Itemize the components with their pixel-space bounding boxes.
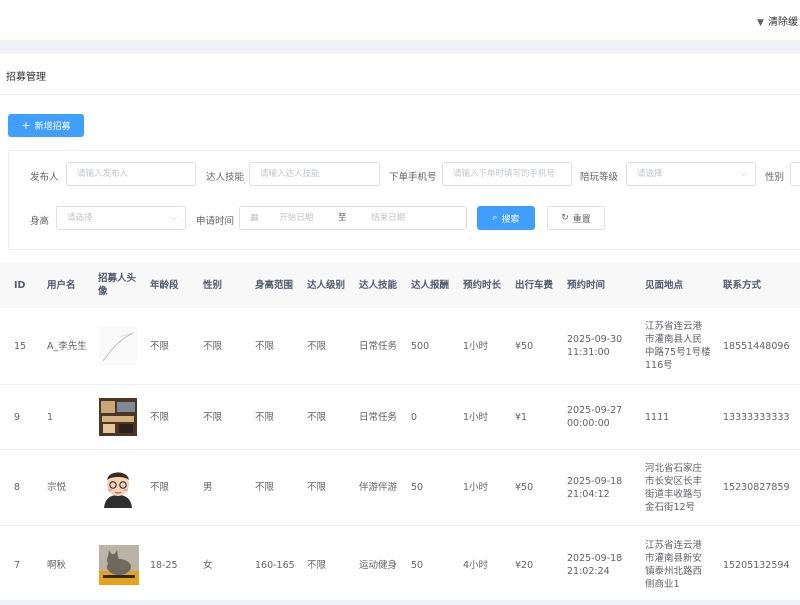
play-level-select[interactable]: 请选择 ⌵ bbox=[626, 162, 756, 186]
date-range-picker[interactable]: ▦ 开始日期 至 结束日期 bbox=[239, 206, 467, 230]
table-row: 8 宗悦 不限 男 不限 不限 伴游伴游 50 1小时 ¥50 2025-09-… bbox=[0, 450, 800, 526]
cat-photo-avatar-image bbox=[99, 545, 139, 585]
search-button[interactable]: ⌕ 搜索 bbox=[477, 206, 535, 230]
col-avatar: 招募人头像 bbox=[98, 273, 137, 297]
search-icon: ⌕ bbox=[492, 213, 498, 223]
col-id: ID bbox=[14, 279, 26, 291]
publisher-label: 发布人 bbox=[30, 172, 59, 183]
chevron-down-icon: ⌵ bbox=[170, 213, 177, 223]
col-level: 达人级别 bbox=[307, 279, 346, 291]
talent-skill-label: 达人技能 bbox=[206, 172, 245, 183]
cartoon-avatar-image bbox=[99, 467, 137, 508]
phone-label: 下单手机号 bbox=[389, 172, 437, 183]
avatar[interactable] bbox=[99, 308, 137, 384]
col-duration: 预约时长 bbox=[463, 279, 502, 291]
col-reward: 达人报酬 bbox=[411, 279, 450, 291]
table-row: 9 1 不限 不限 不限 不限 日常任务 0 1小时 ¥1 2025-09-27… bbox=[0, 385, 800, 450]
col-age: 年龄段 bbox=[150, 279, 179, 291]
play-level-label: 陪玩等级 bbox=[580, 172, 619, 183]
table-row: 7 啊秋 18-25 女 160-165 不限 运动健身 50 4小时 ¥20 … bbox=[0, 526, 800, 605]
table-header: ID 用户名 招募人头像 年龄段 性别 身高范围 达人级别 达人技能 达人报酬 … bbox=[0, 262, 800, 308]
title-divider bbox=[0, 94, 800, 95]
recruit-table: ID 用户名 招募人头像 年龄段 性别 身高范围 达人级别 达人技能 达人报酬 … bbox=[0, 262, 800, 605]
gender-select[interactable] bbox=[790, 162, 800, 186]
tags-bar bbox=[0, 40, 800, 54]
calendar-icon: ▦ bbox=[250, 213, 259, 223]
height-label: 身高 bbox=[30, 216, 50, 227]
refresh-icon: ↻ bbox=[561, 213, 569, 223]
date-separator: 至 bbox=[337, 213, 347, 223]
filter-panel: 发布人 请输入发布人 达人技能 请输入达人技能 下单手机号 请输入下单时填写的手… bbox=[8, 150, 800, 250]
col-gender: 性别 bbox=[203, 279, 223, 291]
col-height: 身高范围 bbox=[255, 279, 294, 291]
col-time: 预约时间 bbox=[567, 279, 606, 291]
col-location: 见面地点 bbox=[645, 279, 684, 291]
top-bar: ▼ 清除缓 bbox=[0, 0, 800, 40]
reset-button[interactable]: ↻ 重置 bbox=[547, 206, 605, 230]
page-content: 招募管理 + 新增招募 发布人 请输入发布人 达人技能 请输入达人技能 下单手机… bbox=[0, 54, 800, 605]
gender-label: 性别 bbox=[765, 172, 785, 183]
plus-icon: + bbox=[21, 119, 31, 132]
height-select[interactable]: 请选择 ⌵ bbox=[56, 206, 186, 230]
avatar[interactable] bbox=[99, 526, 139, 604]
end-date: 结束日期 bbox=[371, 213, 406, 223]
start-date: 开始日期 bbox=[279, 213, 314, 223]
talent-skill-input[interactable]: 请输入达人技能 bbox=[249, 162, 380, 186]
apply-time-label: 申请时间 bbox=[196, 216, 235, 227]
publisher-input[interactable]: 请输入发布人 bbox=[66, 162, 196, 186]
col-username: 用户名 bbox=[47, 279, 76, 291]
avatar[interactable] bbox=[99, 385, 137, 449]
chevron-down-icon: ⌵ bbox=[740, 169, 747, 179]
phone-input[interactable]: 请输入下单时填写的手机号 bbox=[442, 162, 572, 186]
col-skill: 达人技能 bbox=[359, 279, 398, 291]
photo-avatar-image bbox=[99, 398, 137, 436]
col-contact: 联系方式 bbox=[723, 279, 762, 291]
pin-icon: ▼ bbox=[757, 18, 764, 28]
page-title: 招募管理 bbox=[6, 72, 46, 83]
col-fare: 出行车费 bbox=[515, 279, 554, 291]
clear-cache-button[interactable]: ▼ 清除缓 bbox=[757, 13, 798, 28]
table-row: 15 A_李先生 不限 不限 不限 不限 日常任务 500 1小时 ¥50 20… bbox=[0, 308, 800, 385]
avatar[interactable] bbox=[99, 450, 137, 525]
sketch-avatar-image bbox=[99, 327, 137, 365]
add-recruit-button[interactable]: + 新增招募 bbox=[8, 114, 84, 137]
